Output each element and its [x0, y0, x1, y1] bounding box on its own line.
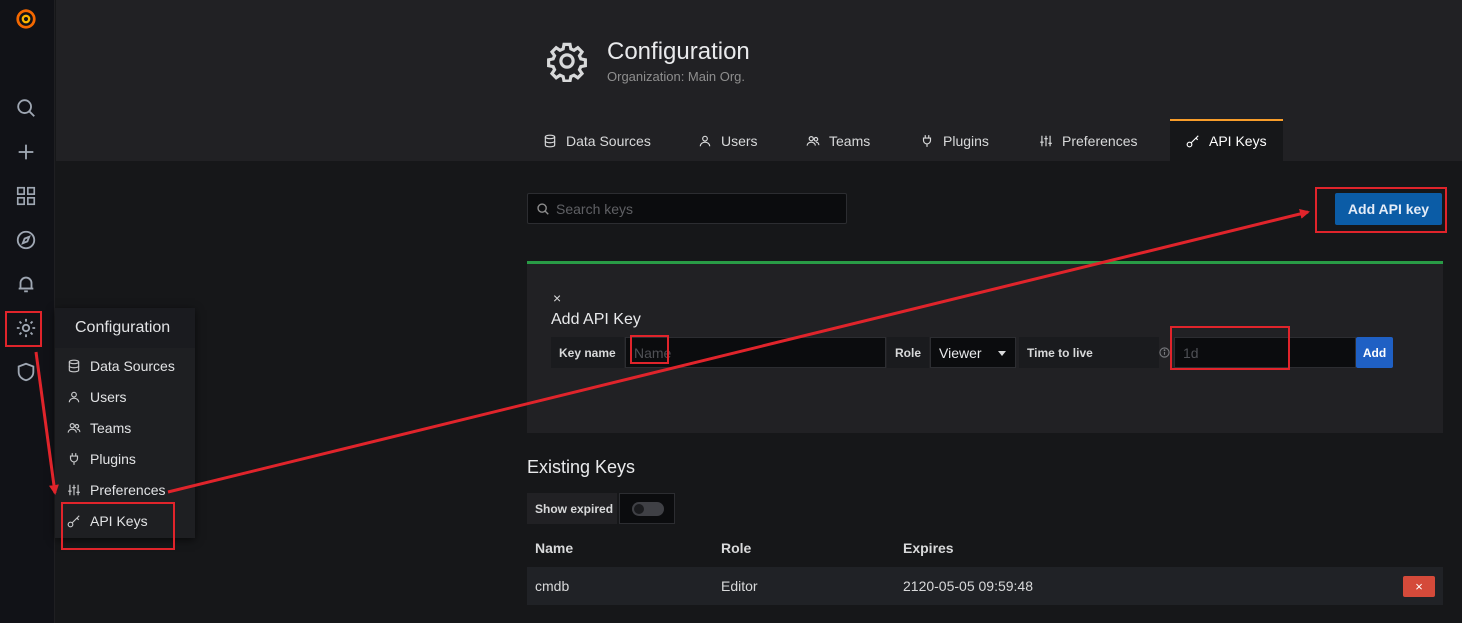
search-box [527, 193, 847, 224]
column-header-name: Name [535, 540, 574, 556]
plug-icon [922, 135, 932, 147]
flyout-item-plugins[interactable]: Plugins [67, 448, 136, 470]
flyout-item-label: Plugins [90, 451, 136, 467]
plug-icon [69, 453, 79, 465]
key-expires-cell: 2120-05-05 09:59:48 [903, 578, 1033, 594]
user-icon [68, 391, 80, 403]
key-name-label: Key name [551, 337, 624, 368]
role-label: Role [887, 337, 929, 368]
tab-label: Teams [829, 133, 871, 149]
search-input[interactable] [556, 194, 836, 223]
tab-plugins[interactable]: Plugins [904, 121, 1005, 161]
role-select[interactable]: Viewer [930, 337, 1016, 368]
tab-label: API Keys [1209, 133, 1267, 149]
ttl-label: Time to live [1019, 337, 1159, 368]
flyout-item-label: Preferences [90, 482, 166, 498]
show-expired-label: Show expired [527, 493, 617, 524]
grafana-logo[interactable] [13, 6, 39, 32]
tab-label: Users [721, 133, 758, 149]
page-title: Configuration [607, 38, 750, 65]
sliders-icon [1040, 135, 1052, 147]
existing-keys-title: Existing Keys [527, 457, 636, 477]
flyout-item-label: Data Sources [90, 358, 175, 374]
flyout-item-preferences[interactable]: Preferences [67, 479, 165, 501]
flyout-item-label: Teams [90, 420, 132, 436]
tab-teams[interactable]: Teams [790, 121, 886, 161]
tab-label: Data Sources [566, 133, 651, 149]
tab-api-keys[interactable]: API Keys [1170, 119, 1283, 161]
page-header: Configuration Organization: Main Org. Da… [56, 0, 1462, 161]
explore-icon[interactable] [13, 227, 39, 253]
annotation-box-gear [5, 311, 42, 347]
alerting-icon[interactable] [13, 271, 39, 297]
show-expired-toggle[interactable] [619, 493, 675, 524]
key-name-cell: cmdb [535, 578, 570, 594]
page-subtitle: Organization: Main Org. [607, 69, 746, 84]
key-icon [1186, 135, 1199, 148]
annotation-box-add-button [1315, 187, 1447, 233]
tab-label: Preferences [1062, 133, 1138, 149]
gear-icon [546, 40, 588, 83]
flyout-item-users[interactable]: Users [67, 386, 127, 408]
database-icon [544, 134, 556, 148]
add-button[interactable]: Add [1356, 337, 1393, 368]
tab-data-sources[interactable]: Data Sources [527, 121, 667, 161]
flyout-item-label: Users [90, 389, 127, 405]
annotation-box-ttl [1170, 326, 1290, 370]
key-role-cell: Editor [721, 578, 758, 594]
flyout-title: Configuration [55, 308, 195, 348]
flyout-item-teams[interactable]: Teams [67, 417, 131, 439]
tab-preferences[interactable]: Preferences [1023, 121, 1153, 161]
tab-label: Plugins [943, 133, 989, 149]
plus-icon[interactable] [13, 139, 39, 165]
database-icon [68, 359, 80, 373]
caret-down-icon [998, 351, 1006, 356]
tab-users[interactable]: Users [682, 121, 774, 161]
delete-key-button[interactable]: × [1403, 576, 1435, 597]
column-header-role: Role [721, 540, 752, 556]
flyout-item-data-sources[interactable]: Data Sources [67, 355, 175, 377]
panel-title: Add API Key [551, 311, 641, 328]
user-icon [699, 135, 711, 147]
column-header-expires: Expires [903, 540, 954, 556]
search-icon [537, 203, 549, 215]
users-icon [67, 423, 81, 433]
users-icon [806, 136, 820, 146]
dashboards-icon[interactable] [13, 183, 39, 209]
shield-icon[interactable] [13, 359, 39, 385]
annotation-box-api-keys [61, 502, 175, 550]
search-icon[interactable] [13, 95, 39, 121]
close-icon[interactable]: × [553, 290, 561, 306]
info-icon [1159, 347, 1170, 358]
annotation-box-name [630, 335, 669, 364]
sliders-icon [68, 484, 80, 496]
role-select-value: Viewer [939, 344, 982, 361]
toggle-switch[interactable] [632, 502, 664, 516]
